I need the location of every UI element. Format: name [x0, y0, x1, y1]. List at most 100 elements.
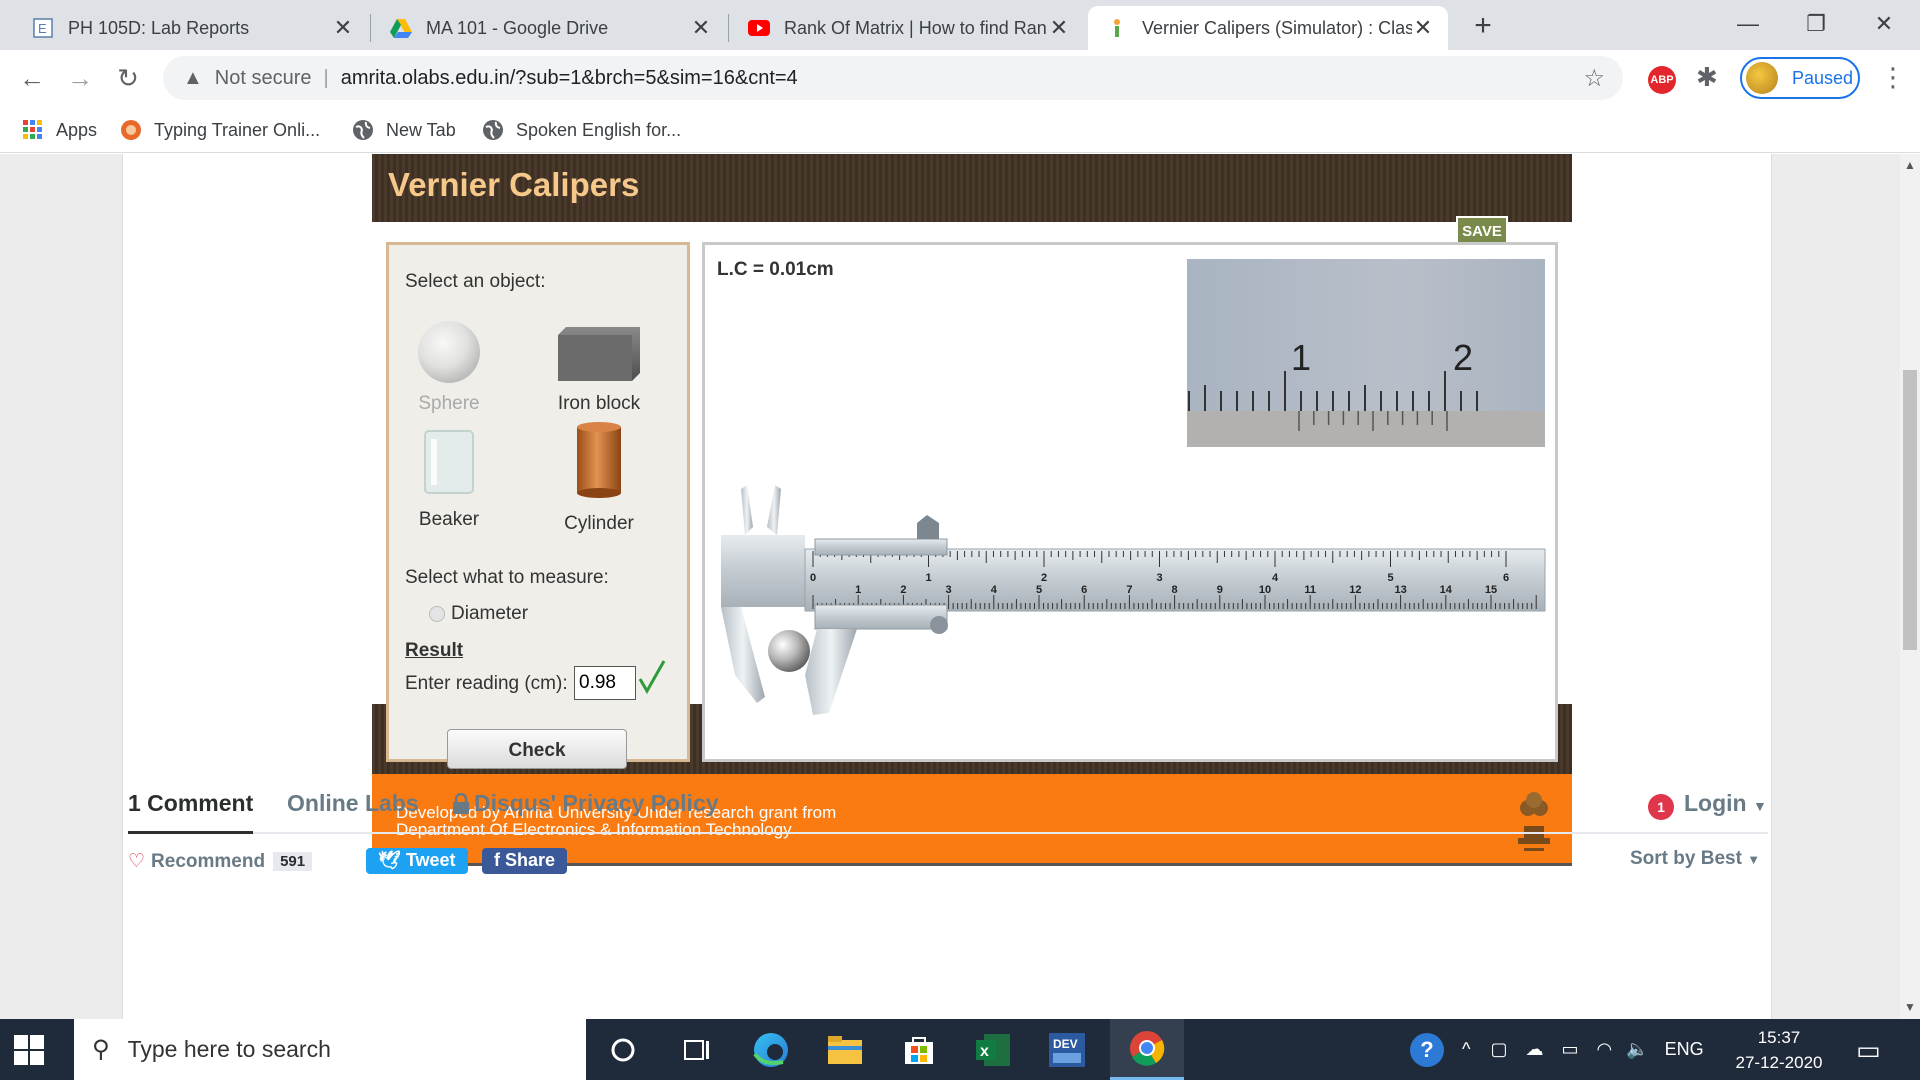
bookmark-spoken-english[interactable]: Spoken English for... — [482, 117, 681, 143]
lower-scale-label: 8 — [1172, 584, 1178, 596]
diameter-radio[interactable]: Diameter — [429, 603, 528, 625]
share-label: Share — [505, 850, 556, 870]
extensions-puzzle-icon[interactable]: ✱ — [1696, 62, 1718, 93]
tab-google-drive[interactable]: MA 101 - Google Drive ✕ — [372, 6, 726, 50]
cortana-icon[interactable] — [586, 1019, 660, 1080]
main-scale-label: 6 — [1503, 572, 1509, 584]
cylinder-option[interactable]: Cylinder — [544, 421, 654, 535]
adblock-plus-icon[interactable]: ABP — [1648, 66, 1676, 94]
tab-online-labs[interactable]: Online Labs — [287, 790, 419, 817]
upper-moving-jaw — [767, 485, 781, 535]
taskbar-clock[interactable]: 15:37 27-12-2020 — [1732, 1025, 1826, 1075]
bookmark-star-icon[interactable]: ☆ — [1583, 64, 1605, 93]
vernier-slider-bottom[interactable] — [814, 604, 948, 630]
tab-lab-reports[interactable]: E PH 105D: Lab Reports ✕ — [14, 6, 368, 50]
profile-button[interactable]: Paused — [1740, 57, 1860, 99]
close-icon[interactable]: ✕ — [690, 17, 712, 39]
reload-button[interactable]: ↻ — [110, 60, 146, 96]
lower-scale-label: 12 — [1349, 584, 1361, 596]
excel-icon[interactable]: x — [956, 1019, 1030, 1080]
sort-dropdown[interactable]: Sort by Best ▼ — [1630, 848, 1760, 870]
cylinder-icon — [577, 422, 621, 498]
close-window-button[interactable]: ✕ — [1854, 4, 1914, 44]
tweet-button[interactable]: 🕊 Tweet — [366, 848, 468, 874]
privacy-label: Disqus' Privacy Policy — [474, 790, 719, 816]
notification-center-icon[interactable]: ▭ — [1856, 1035, 1881, 1066]
sort-label: Sort by Best — [1630, 848, 1742, 869]
tab-comments-count[interactable]: 1 Comment — [128, 790, 254, 834]
sphere-option[interactable]: Sphere — [409, 319, 489, 415]
zoom-view: 1 2 — [1187, 259, 1545, 447]
minimize-button[interactable]: — — [1718, 4, 1778, 44]
back-button[interactable]: ← — [14, 60, 50, 96]
reading-input[interactable] — [574, 666, 636, 700]
chrome-taskbar-icon[interactable] — [1110, 1019, 1184, 1080]
youtube-icon — [748, 17, 770, 39]
bookmark-typing-trainer[interactable]: Typing Trainer Onli... — [120, 117, 320, 143]
system-tray: ? ^ ▢ ☁ ▭ ◠ 🔈 ENG — [1410, 1019, 1704, 1080]
volume-icon[interactable]: 🔈 — [1626, 1039, 1648, 1060]
beaker-option[interactable]: Beaker — [409, 429, 489, 531]
share-button[interactable]: f Share — [482, 848, 568, 874]
facebook-icon: f — [494, 850, 500, 870]
simulator-header: Vernier Calipers — [372, 154, 1572, 222]
globe-icon — [482, 119, 504, 141]
lower-scale-label: 15 — [1485, 584, 1497, 596]
address-bar[interactable]: ▲ Not secure | amrita.olabs.edu.in/?sub=… — [163, 56, 1623, 100]
new-tab-button[interactable]: + — [1466, 10, 1500, 44]
page-scrollbar[interactable]: ▲ ▼ — [1900, 154, 1920, 1019]
lock-screw-icon — [930, 616, 948, 634]
lower-scale-label: 6 — [1081, 584, 1087, 596]
scrollbar-thumb[interactable] — [1903, 370, 1917, 650]
lower-scale-label: 3 — [946, 584, 952, 596]
vernier-slider-top[interactable] — [814, 538, 948, 556]
upper-fixed-jaw — [741, 485, 753, 535]
e-letter-icon: E — [32, 17, 54, 39]
zoom-label-1: 1 — [1291, 337, 1311, 378]
iron-block-option[interactable]: Iron block — [549, 327, 649, 415]
edge-browser-icon[interactable] — [734, 1019, 808, 1080]
chevron-down-icon: ▼ — [1747, 852, 1761, 867]
check-button[interactable]: Check — [447, 729, 627, 769]
windows-start-icon[interactable] — [14, 1035, 44, 1065]
scroll-up-arrow-icon[interactable]: ▲ — [1904, 158, 1916, 172]
dev-app-icon[interactable]: DEV — [1030, 1019, 1104, 1080]
globe-icon — [352, 119, 374, 141]
onedrive-cloud-icon[interactable]: ☁ — [1525, 1039, 1543, 1060]
help-icon[interactable]: ? — [1410, 1032, 1444, 1067]
lower-scale-label: 2 — [900, 584, 906, 596]
file-explorer-icon[interactable] — [808, 1019, 882, 1080]
close-icon[interactable]: ✕ — [332, 17, 354, 39]
meet-now-icon[interactable]: ▢ — [1490, 1039, 1507, 1060]
taskbar-search-box[interactable]: ⚲ Type here to search — [74, 1019, 586, 1080]
tab-youtube-rank-of-matrix[interactable]: Rank Of Matrix | How to find Ran ✕ — [730, 6, 1084, 50]
chevron-up-icon[interactable]: ^ — [1462, 1039, 1470, 1060]
language-indicator[interactable]: ENG — [1665, 1039, 1704, 1060]
forward-button[interactable]: → — [62, 60, 98, 96]
wifi-icon[interactable]: ◠ — [1596, 1039, 1612, 1060]
thumb-screw-icon[interactable] — [917, 515, 939, 539]
task-view-icon[interactable] — [660, 1019, 734, 1080]
svg-text:E: E — [38, 21, 47, 36]
tab-privacy-policy[interactable]: Disqus' Privacy Policy — [452, 790, 719, 817]
microsoft-store-icon[interactable] — [882, 1019, 956, 1080]
checkmark-icon — [638, 660, 666, 695]
notification-badge[interactable]: 1 — [1648, 794, 1674, 820]
iron-block-icon — [558, 327, 640, 381]
bookmark-new-tab[interactable]: New Tab — [352, 117, 456, 143]
tab-vernier-calipers[interactable]: Vernier Calipers (Simulator) : Clas ✕ — [1088, 6, 1448, 50]
scroll-down-arrow-icon[interactable]: ▼ — [1904, 1000, 1916, 1014]
search-placeholder: Type here to search — [127, 1036, 331, 1062]
battery-icon[interactable]: ▭ — [1561, 1039, 1578, 1060]
close-icon[interactable]: ✕ — [1048, 17, 1070, 39]
heart-icon: ♡ — [128, 851, 146, 872]
bookmark-apps[interactable]: Apps — [22, 117, 97, 143]
restore-button[interactable]: ❐ — [1786, 4, 1846, 44]
save-button[interactable]: SAVE — [1456, 216, 1508, 244]
close-icon[interactable]: ✕ — [1412, 17, 1434, 39]
chrome-menu-icon[interactable]: ⋮ — [1880, 62, 1906, 93]
recommend-button[interactable]: ♡ Recommend 591 — [128, 850, 313, 873]
login-button[interactable]: Login ▼ — [1684, 790, 1767, 817]
google-drive-icon — [390, 17, 412, 39]
tab-separator — [370, 14, 371, 42]
